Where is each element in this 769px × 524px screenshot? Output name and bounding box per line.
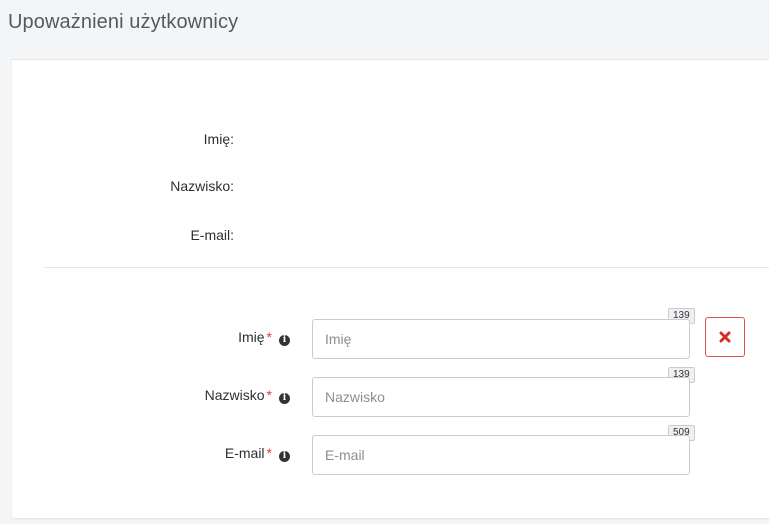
email-label-text: E-mail (224, 445, 265, 461)
page-title: Upoważnieni użytkownicy (8, 11, 239, 33)
last-name-label-text: Nazwisko (204, 387, 265, 403)
last-name-label: Nazwisko * i (205, 387, 290, 404)
first-name-label: Imię * i (238, 329, 290, 346)
last-name-input[interactable] (312, 377, 690, 417)
divider (44, 267, 769, 268)
required-marker: * (266, 445, 272, 461)
summary-first-name-label: Imię: (203, 131, 234, 147)
info-icon[interactable]: i (279, 393, 290, 404)
info-icon[interactable]: i (279, 335, 290, 346)
email-input[interactable] (312, 435, 690, 475)
authorized-users-card: Imię: Nazwisko: E-mail: Imię*i 139 Nazwi… (12, 59, 769, 518)
email-label: E-mail * i (225, 445, 290, 462)
required-marker: * (266, 329, 272, 345)
summary-email-label: E-mail: (190, 227, 234, 243)
info-icon[interactable]: i (279, 451, 290, 462)
remove-user-button[interactable] (705, 317, 745, 357)
close-icon (719, 331, 731, 343)
required-marker: * (266, 387, 272, 403)
first-name-input[interactable] (312, 319, 690, 359)
summary-last-name-label: Nazwisko: (170, 178, 234, 194)
first-name-label-text: Imię (238, 329, 265, 345)
